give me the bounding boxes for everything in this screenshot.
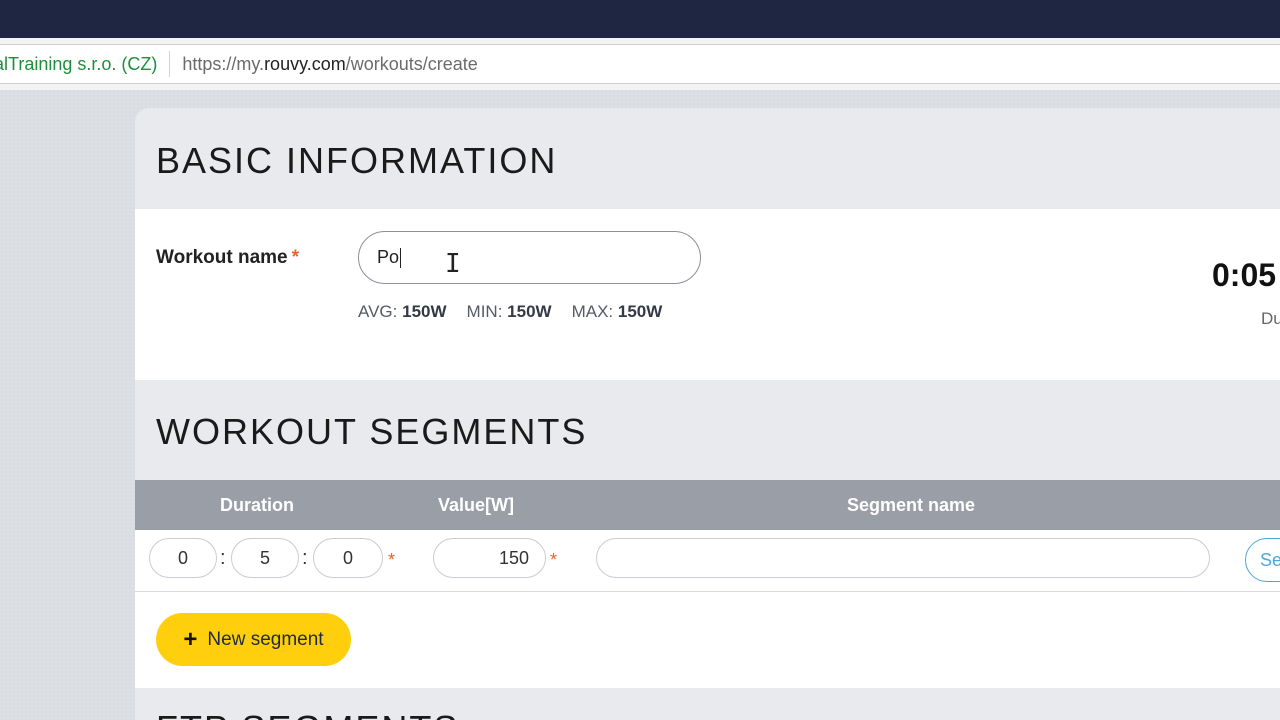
- total-duration-value: 0:05: [1212, 257, 1277, 293]
- ftp-segments-header: FTP SEGMENTS: [135, 688, 1280, 720]
- hours-input[interactable]: 0: [149, 538, 217, 578]
- address-bar: alTraining s.r.o. (CZ) https://my.rouvy.…: [0, 38, 1280, 90]
- ibeam-cursor-icon: I: [445, 249, 461, 279]
- seconds-input[interactable]: 0: [313, 538, 383, 578]
- browser-top-strip: [0, 0, 1280, 38]
- min-stat: MIN: 150W: [466, 302, 552, 321]
- new-segment-button[interactable]: + New segment: [156, 613, 351, 666]
- workout-name-label: Workout name *: [156, 247, 300, 268]
- avg-stat: AVG: 150W: [358, 302, 447, 321]
- segments-header: WORKOUT SEGMENTS: [135, 380, 1280, 480]
- basic-info-body: Workout name * Po I AVG: 150W MIN: 150W M…: [135, 209, 1280, 380]
- column-value: Value[W]: [438, 495, 515, 515]
- table-row: 0 : 5 : 0 * 150 * Se: [135, 530, 1280, 592]
- workout-name-input[interactable]: Po: [358, 231, 701, 284]
- workout-name-value: Po: [377, 247, 400, 267]
- segments-actions: + New segment: [135, 592, 1280, 688]
- ftp-segments-title: FTP SEGMENTS: [156, 708, 459, 720]
- basic-info-header: BASIC INFORMATION: [135, 108, 1280, 209]
- segment-action-button[interactable]: Se: [1245, 538, 1280, 582]
- time-separator: :: [302, 547, 308, 569]
- address-separator: [169, 51, 171, 77]
- url-field[interactable]: alTraining s.r.o. (CZ) https://my.rouvy.…: [0, 44, 1280, 84]
- column-duration: Duration: [220, 495, 294, 515]
- segments-title: WORKOUT SEGMENTS: [156, 411, 588, 452]
- site-identity[interactable]: alTraining s.r.o. (CZ): [0, 54, 157, 75]
- total-duration-label: Du: [1261, 309, 1280, 328]
- segment-name-input[interactable]: [596, 538, 1210, 578]
- required-mark: *: [388, 550, 396, 570]
- workout-form-card: BASIC INFORMATION Workout name * Po I AVG…: [135, 108, 1280, 720]
- required-mark: *: [550, 550, 558, 570]
- max-stat: MAX: 150W: [571, 302, 663, 321]
- time-separator: :: [220, 547, 226, 569]
- required-mark: *: [291, 247, 300, 268]
- column-segment-name: Segment name: [847, 495, 976, 515]
- power-stats: AVG: 150W MIN: 150W MAX: 150W: [358, 302, 662, 322]
- minutes-input[interactable]: 5: [231, 538, 299, 578]
- text-caret: [400, 247, 402, 268]
- power-value-input[interactable]: 150: [433, 538, 546, 578]
- segments-table-header: Duration Value[W] Segment name: [135, 480, 1280, 530]
- plus-icon: +: [183, 625, 198, 653]
- basic-info-title: BASIC INFORMATION: [156, 140, 558, 181]
- new-segment-label: New segment: [207, 628, 324, 650]
- url-text[interactable]: https://my.rouvy.com/workouts/create: [182, 54, 477, 75]
